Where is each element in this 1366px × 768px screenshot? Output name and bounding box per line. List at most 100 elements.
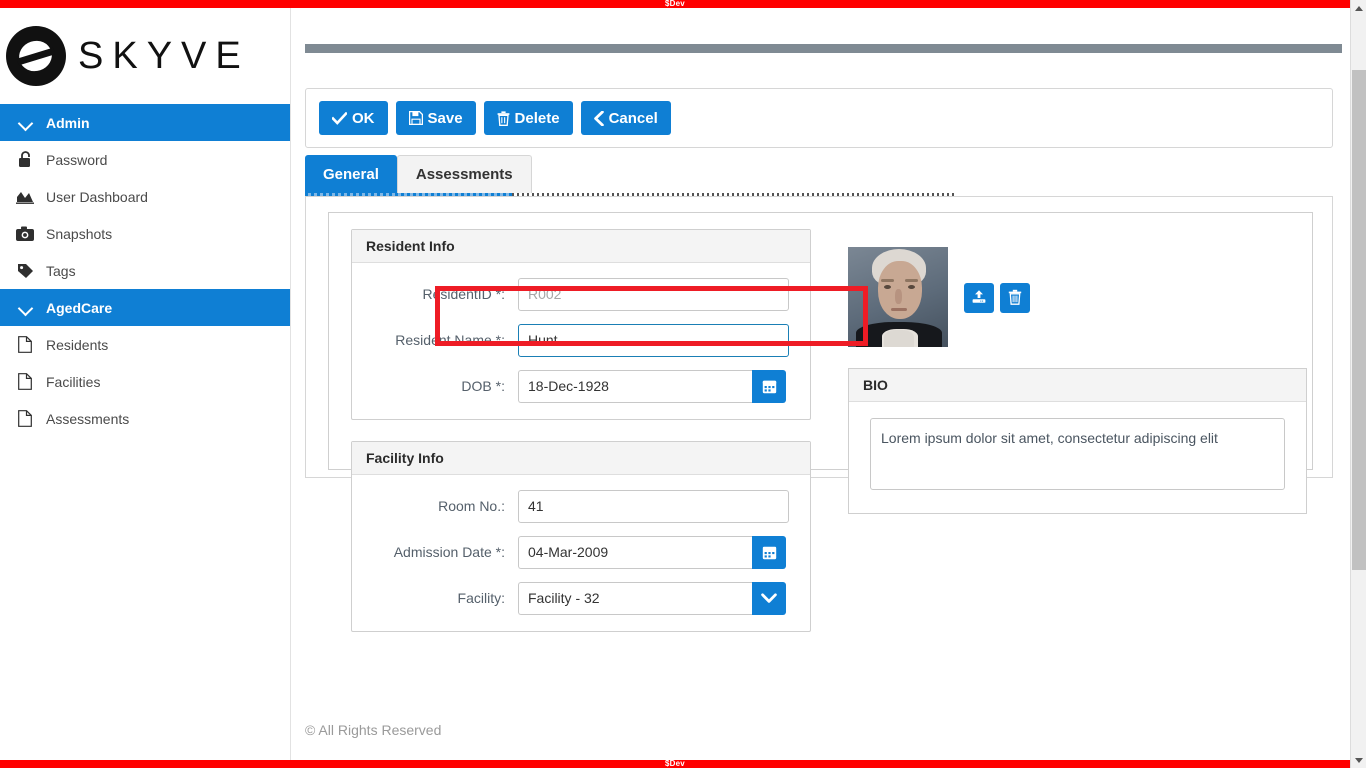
resident-photo[interactable] — [848, 247, 948, 347]
facility-select-input[interactable] — [518, 581, 752, 615]
document-icon — [14, 336, 36, 354]
dob-input-wrap — [518, 369, 786, 403]
bio-panel: BIO Lorem ipsum dolor sit amet, consecte… — [848, 368, 1307, 514]
sidebar-group-admin[interactable]: Admin — [0, 104, 290, 141]
field-row-resident-name: Resident Name *: — [352, 317, 810, 363]
resident-info-panel: Resident Info ResidentID *: Resident Nam… — [351, 229, 811, 420]
field-row-admission-date: Admission Date *: — [352, 529, 810, 575]
sidebar-group-agedcare[interactable]: AgedCare — [0, 289, 290, 326]
sidebar-group-label: Admin — [46, 114, 90, 131]
room-no-input-wrap — [518, 489, 789, 523]
tab-assessments[interactable]: Assessments — [396, 155, 532, 193]
resident-id-input[interactable] — [518, 277, 789, 311]
skyve-logo-icon — [6, 26, 66, 86]
facility-dropdown-button[interactable] — [752, 581, 786, 615]
save-button[interactable]: Save — [395, 101, 476, 135]
chart-area-icon — [14, 188, 36, 206]
app-root: $Dev SKYVE Admin Password User Dashboard… — [0, 0, 1366, 768]
dev-ribbon-top: $Dev — [0, 0, 1350, 8]
sidebar-item-label: Facilities — [46, 373, 101, 390]
sidebar-item-residents[interactable]: Residents — [0, 326, 290, 363]
sidebar-group-label: AgedCare — [46, 299, 113, 316]
footer-copyright: © All Rights Reserved — [305, 722, 442, 738]
field-row-dob: DOB *: — [352, 363, 810, 409]
bio-textarea[interactable]: Lorem ipsum dolor sit amet, consectetur … — [870, 418, 1285, 490]
calendar-icon — [762, 379, 777, 394]
sidebar-item-facilities[interactable]: Facilities — [0, 363, 290, 400]
header-divider — [305, 44, 1342, 53]
photo-area — [848, 247, 1030, 347]
facility-select-wrap — [518, 581, 786, 615]
facility-label: Facility: — [457, 590, 505, 606]
sidebar: SKYVE Admin Password User Dashboard Snap… — [0, 8, 291, 760]
dob-calendar-button[interactable] — [752, 369, 786, 403]
save-button-label: Save — [427, 109, 463, 127]
field-row-room-no: Room No.: — [352, 483, 810, 529]
check-icon — [332, 111, 347, 125]
resident-info-body: ResidentID *: Resident Name *: — [352, 263, 810, 419]
scroll-up-arrow-icon[interactable] — [1351, 0, 1366, 16]
sidebar-item-tags[interactable]: Tags — [0, 252, 290, 289]
upload-icon — [971, 289, 987, 308]
resident-id-label: ResidentID *: — [422, 286, 505, 302]
resident-info-title: Resident Info — [352, 230, 810, 263]
document-icon — [14, 410, 36, 428]
sidebar-item-user-dashboard[interactable]: User Dashboard — [0, 178, 290, 215]
facility-info-body: Room No.: Admission Date *: — [352, 475, 810, 631]
toolbar-card: OK Save Delete Cancel — [305, 88, 1333, 148]
resident-name-label: Resident Name *: — [395, 332, 505, 348]
scrollbar-thumb[interactable] — [1352, 70, 1366, 570]
sidebar-item-label: Tags — [46, 262, 76, 279]
tab-general[interactable]: General — [305, 155, 397, 193]
photo-delete-button[interactable] — [1000, 283, 1030, 313]
admission-date-label: Admission Date *: — [393, 544, 505, 560]
chevron-down-icon — [18, 300, 34, 316]
sidebar-item-label: Password — [46, 151, 108, 168]
delete-button[interactable]: Delete — [483, 101, 573, 135]
chevron-down-icon — [18, 115, 34, 131]
sidebar-item-label: Assessments — [46, 410, 130, 427]
admission-date-calendar-button[interactable] — [752, 535, 786, 569]
room-no-input[interactable] — [518, 489, 789, 523]
dev-ribbon-bottom: $Dev — [0, 760, 1350, 768]
trash-icon — [497, 110, 510, 126]
lock-icon — [14, 151, 36, 169]
tab-label: Assessments — [415, 166, 513, 183]
sidebar-item-password[interactable]: Password — [0, 141, 290, 178]
main-content: OK Save Delete Cancel General Assessment… — [291, 8, 1350, 760]
tab-label: General — [323, 165, 379, 183]
sidebar-item-label: Snapshots — [46, 225, 113, 242]
page-scrollbar[interactable] — [1350, 0, 1366, 768]
resident-name-input[interactable] — [518, 323, 789, 357]
tab-bar: General Assessments — [305, 155, 1333, 193]
form-inner-card: Resident Info ResidentID *: Resident Nam… — [328, 212, 1313, 632]
chevron-down-icon — [761, 592, 777, 604]
photo-action-buttons — [964, 283, 1030, 313]
action-toolbar: OK Save Delete Cancel — [306, 89, 1332, 147]
facility-info-panel: Facility Info Room No.: Admission Date *… — [351, 441, 811, 632]
field-row-resident-id: ResidentID *: — [352, 271, 810, 317]
sidebar-item-snapshots[interactable]: Snapshots — [0, 215, 290, 252]
sidebar-item-label: Residents — [46, 336, 109, 353]
floppy-disk-icon — [408, 111, 423, 125]
dob-label: DOB *: — [461, 378, 505, 394]
brand-logo[interactable]: SKYVE — [0, 8, 290, 104]
photo-upload-button[interactable] — [964, 283, 994, 313]
field-row-facility: Facility: — [352, 575, 810, 621]
room-no-label: Room No.: — [438, 498, 505, 514]
resident-name-input-wrap — [518, 323, 789, 357]
facility-info-title: Facility Info — [352, 442, 810, 475]
delete-button-label: Delete — [514, 109, 560, 127]
sidebar-item-assessments[interactable]: Assessments — [0, 400, 290, 437]
scroll-down-arrow-icon[interactable] — [1351, 752, 1366, 768]
bio-title: BIO — [849, 369, 1306, 402]
sidebar-item-label: User Dashboard — [46, 188, 148, 205]
admission-date-input[interactable] — [518, 535, 752, 569]
chevron-left-icon — [593, 110, 604, 126]
resident-id-input-wrap — [518, 277, 789, 311]
cancel-button[interactable]: Cancel — [580, 101, 671, 135]
calendar-icon — [762, 545, 777, 560]
admission-date-input-wrap — [518, 535, 786, 569]
dob-input[interactable] — [518, 369, 752, 403]
ok-button[interactable]: OK — [319, 101, 388, 135]
